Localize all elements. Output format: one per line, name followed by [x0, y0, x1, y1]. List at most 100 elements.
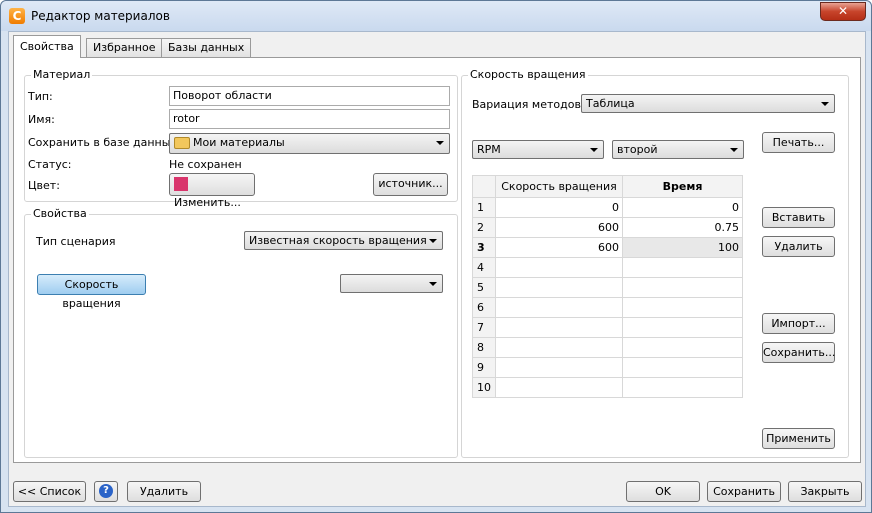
time-cell[interactable]: 0	[622, 197, 743, 218]
tab-properties[interactable]: Свойства	[13, 35, 81, 58]
units-value: RPM	[477, 143, 501, 156]
tab-favorites[interactable]: Избранное	[86, 38, 163, 57]
time-cell[interactable]: 0.75	[622, 217, 743, 238]
source-button[interactable]: источник...	[373, 173, 448, 196]
chevron-down-icon	[436, 141, 444, 145]
table-row[interactable]: 8	[472, 337, 743, 358]
units-select[interactable]: RPM	[472, 140, 604, 159]
table-row[interactable]: 6	[472, 297, 743, 318]
time-cell[interactable]	[622, 297, 743, 318]
speed-cell[interactable]: 600	[495, 237, 623, 258]
column-header-speed[interactable]: Скорость вращения	[495, 175, 623, 198]
tab-databases[interactable]: Базы данных	[161, 38, 252, 57]
row-number: 8	[472, 337, 496, 358]
scenario-type-label: Тип сценария	[36, 235, 116, 248]
title-bar[interactable]: C Редактор материалов ✕	[1, 1, 871, 31]
print-button[interactable]: Печать...	[762, 132, 835, 153]
table-row[interactable]: 1 0 0	[472, 197, 743, 218]
color-label: Цвет:	[28, 179, 60, 192]
close-window-button[interactable]: ✕	[820, 2, 866, 21]
row-number: 4	[472, 257, 496, 278]
ok-button[interactable]: OK	[626, 481, 700, 502]
rotation-speed-button[interactable]: Скорость вращения	[37, 274, 146, 310]
help-icon: ?	[99, 484, 113, 498]
table-row[interactable]: 2 600 0.75	[472, 217, 743, 238]
method-variation-label: Вариация методов:	[472, 98, 585, 111]
save-table-button[interactable]: Сохранить...	[762, 342, 835, 363]
row-number: 6	[472, 297, 496, 318]
row-number: 7	[472, 317, 496, 338]
delete-material-button[interactable]: Удалить	[127, 481, 201, 502]
time-cell[interactable]	[622, 337, 743, 358]
row-number: 2	[472, 217, 496, 238]
row-number: 9	[472, 357, 496, 378]
interpolation-order-value: второй	[617, 143, 658, 156]
speed-cell[interactable]: 0	[495, 197, 623, 218]
table-row[interactable]: 10	[472, 377, 743, 398]
interpolation-order-select[interactable]: второй	[612, 140, 744, 159]
speed-cell[interactable]	[495, 317, 623, 338]
table-row[interactable]: 5	[472, 277, 743, 298]
speed-cell[interactable]	[495, 357, 623, 378]
rotation-speed-group-title: Скорость вращения	[468, 68, 588, 81]
apply-button[interactable]: Применить	[762, 428, 835, 449]
chevron-down-icon	[429, 282, 437, 286]
speed-cell[interactable]	[495, 337, 623, 358]
time-cell[interactable]: 100	[622, 237, 743, 258]
name-field[interactable]: rotor	[169, 109, 450, 129]
speed-cell[interactable]	[495, 257, 623, 278]
app-icon: C	[9, 8, 25, 24]
rotation-speed-property-select[interactable]	[340, 274, 443, 293]
time-cell[interactable]	[622, 377, 743, 398]
change-color-button-label: Изменить...	[174, 196, 241, 209]
speed-cell[interactable]	[495, 377, 623, 398]
change-color-button[interactable]: Изменить...	[169, 173, 255, 209]
import-button[interactable]: Импорт...	[762, 313, 835, 334]
database-select[interactable]: Мои материалы	[169, 133, 450, 154]
time-cell[interactable]	[622, 277, 743, 298]
tab-panel-properties: Материал Тип: Поворот области Имя: rotor…	[13, 57, 861, 463]
list-button[interactable]: << Список	[13, 481, 86, 502]
row-number: 1	[472, 197, 496, 218]
scenario-type-value: Известная скорость вращения	[249, 234, 427, 247]
speed-cell[interactable]: 600	[495, 217, 623, 238]
delete-row-button[interactable]: Удалить	[762, 236, 835, 257]
chevron-down-icon	[821, 102, 829, 106]
time-cell[interactable]	[622, 357, 743, 378]
scenario-type-select[interactable]: Известная скорость вращения	[244, 231, 443, 250]
properties-group: Свойства	[24, 207, 458, 458]
table-row[interactable]: 9	[472, 357, 743, 378]
speed-cell[interactable]	[495, 277, 623, 298]
save-button[interactable]: Сохранить	[707, 481, 781, 502]
help-button[interactable]: ?	[94, 481, 118, 502]
row-number: 5	[472, 277, 496, 298]
save-in-database-label: Сохранить в базе данных:	[28, 136, 181, 149]
row-number: 10	[472, 377, 496, 398]
status-label: Статус:	[28, 158, 72, 171]
material-group-title: Материал	[31, 68, 93, 81]
method-variation-value: Таблица	[586, 97, 635, 110]
table-row[interactable]: 7	[472, 317, 743, 338]
color-swatch	[174, 177, 188, 191]
status-value: Не сохранен	[169, 158, 242, 171]
time-cell[interactable]	[622, 257, 743, 278]
chevron-down-icon	[590, 148, 598, 152]
method-variation-select[interactable]: Таблица	[581, 94, 835, 113]
column-header-time[interactable]: Время	[622, 175, 743, 198]
close-button[interactable]: Закрыть	[788, 481, 862, 502]
window-title: Редактор материалов	[31, 9, 170, 23]
chevron-down-icon	[730, 148, 738, 152]
material-editor-window: C Редактор материалов ✕ Свойства Избранн…	[0, 0, 872, 513]
speed-cell[interactable]	[495, 297, 623, 318]
insert-button[interactable]: Вставить	[762, 207, 835, 228]
rotation-speed-table: Скорость вращения Время 1 0 0 2 600 0.75…	[472, 175, 743, 398]
table-row[interactable]: 3 600 100	[472, 237, 743, 258]
folder-icon	[174, 137, 190, 149]
type-label: Тип:	[28, 90, 53, 103]
time-cell[interactable]	[622, 317, 743, 338]
name-label: Имя:	[28, 113, 55, 126]
chevron-down-icon	[429, 239, 437, 243]
table-row[interactable]: 4	[472, 257, 743, 278]
type-field[interactable]: Поворот области	[169, 86, 450, 106]
dialog-body: Свойства Избранное Базы данных Материал …	[8, 31, 866, 507]
